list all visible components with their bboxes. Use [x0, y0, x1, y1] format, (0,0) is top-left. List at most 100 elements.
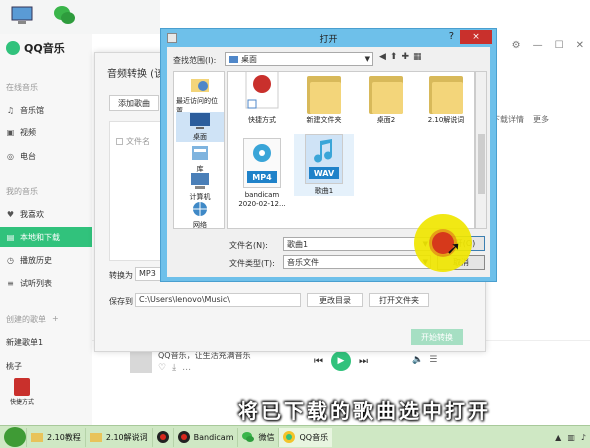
sidebar-item-label: 我喜欢 — [20, 209, 44, 219]
desktop-icons-strip — [0, 0, 160, 34]
filename-column-header: 文件名 — [116, 136, 150, 147]
close-icon[interactable]: ✕ — [576, 40, 584, 51]
file-name: 桌面2 — [376, 116, 396, 124]
start-convert-button[interactable]: 开始转换 — [411, 329, 463, 345]
tray-arrow-icon[interactable]: ▲ — [555, 433, 561, 442]
open-folder-button[interactable]: 打开文件夹 — [369, 293, 429, 307]
film-reel-icon — [253, 144, 271, 162]
sidebar-item-video[interactable]: ▣ 视频 — [0, 122, 92, 142]
sidebar-item-local-download[interactable]: ▤ 本地和下载 — [0, 227, 92, 247]
file-name: 歌曲1 — [314, 187, 334, 195]
sidebar-item-trial-list[interactable]: ≡ 试听列表 — [0, 273, 92, 293]
new-folder-icon[interactable]: ✚ — [401, 52, 409, 62]
file-item[interactable]: 快捷方式 — [232, 72, 292, 125]
section-my-music: 我的音乐 — [6, 187, 38, 196]
taskbar-item-active[interactable]: QQ音乐 — [278, 427, 333, 447]
place-library[interactable]: 库 — [176, 144, 224, 174]
add-song-button[interactable]: 添加歌曲 — [109, 95, 159, 111]
file-item[interactable]: 桌面2 — [356, 76, 416, 125]
look-in-select[interactable]: 桌面 ▼ — [225, 52, 373, 66]
play-button[interactable]: ▶ — [331, 351, 351, 371]
playlist-label: 桃子 — [6, 361, 22, 371]
save-path-field[interactable]: C:\Users\lenovo\Music\ — [135, 293, 301, 307]
back-icon[interactable]: ◀ — [379, 52, 386, 62]
close-button[interactable]: × — [460, 30, 492, 44]
maximize-icon[interactable]: ☐ — [555, 40, 564, 51]
desktop-shortcut[interactable]: 快捷方式 — [4, 378, 40, 406]
shortcut-icon — [245, 72, 279, 109]
settings-icon[interactable]: ⚙ — [512, 40, 521, 51]
file-item-selected[interactable]: WAV 歌曲1 — [294, 134, 354, 196]
add-playlist-button[interactable]: + — [52, 314, 59, 325]
scrollbar-thumb[interactable] — [478, 134, 485, 194]
prev-icon[interactable]: ⏮ — [314, 356, 323, 367]
wechat-desktop-icon[interactable] — [52, 3, 76, 27]
playback-controls: ⏮ ▶ ⏭ — [314, 351, 368, 371]
playlist-icon[interactable]: ☰ — [429, 355, 437, 365]
filename-input[interactable]: 歌曲1 ▼ — [283, 237, 431, 251]
file-item[interactable]: 2.10解说词 — [416, 76, 474, 125]
dialog-title: 打开 — [319, 35, 338, 45]
help-button[interactable]: ? — [449, 31, 454, 42]
computer-desktop-icon[interactable] — [10, 3, 34, 27]
file-name: 新建文件夹 — [306, 116, 342, 124]
filetype-label: 文件类型(T): — [229, 259, 275, 268]
sidebar-item-history[interactable]: ◷ 播放历史 — [0, 250, 92, 270]
more-link[interactable]: 更多 — [533, 114, 549, 125]
convert-title: 音频转换 (该 — [107, 69, 165, 80]
file-list: 快捷方式 新建文件夹 桌面2 2.10解说词 MP4 bandicam 2020… — [227, 71, 475, 229]
network-tray-icon[interactable]: ▥ — [567, 433, 575, 442]
view-menu-icon[interactable]: ▦ — [413, 52, 422, 62]
place-desktop[interactable]: 桌面 — [176, 112, 224, 142]
taskbar-item[interactable]: 微信 — [237, 427, 278, 447]
convert-to-label: 转换为 — [109, 271, 133, 280]
download-song-icon[interactable]: ⤓ — [172, 363, 182, 373]
qqmusic-icon — [283, 431, 296, 443]
minimize-icon[interactable]: — — [533, 40, 543, 51]
record-icon — [156, 431, 169, 443]
place-recent[interactable]: 最近访问的位置 — [176, 76, 224, 116]
bandicam-icon — [177, 431, 190, 443]
folder-icon — [369, 76, 403, 114]
taskbar-label: 微信 — [258, 432, 275, 442]
up-folder-icon[interactable]: ⬆ — [390, 52, 398, 62]
file-name: 2.10解说词 — [427, 116, 465, 124]
file-item[interactable]: 新建文件夹 — [294, 76, 354, 125]
place-network[interactable]: 网络 — [176, 200, 224, 230]
taskbar-label: 2.10解说词 — [105, 432, 148, 442]
sidebar-item-radio[interactable]: ◎ 电台 — [0, 146, 92, 166]
save-to-label: 保存到 — [109, 297, 133, 306]
sidebar-item-favorites[interactable]: ♥ 我喜欢 — [0, 204, 92, 224]
next-icon[interactable]: ⏭ — [359, 356, 368, 367]
recent-places-icon — [191, 79, 209, 92]
format-badge: WAV — [309, 167, 339, 179]
taskbar-label: 2.10教程 — [47, 432, 81, 442]
section-label: 创建的歌单 — [6, 315, 46, 324]
format-badge: MP4 — [247, 171, 277, 183]
select-all-checkbox[interactable] — [116, 138, 123, 145]
album-cover — [130, 351, 152, 373]
heart-icon: ♥ — [6, 209, 15, 219]
volume-icon[interactable]: 🔈 — [412, 355, 423, 365]
taskbar-item[interactable]: 2.10教程 — [26, 427, 85, 447]
change-directory-button[interactable]: 更改目录 — [307, 293, 363, 307]
playlist-item[interactable]: 桃子 — [0, 356, 92, 376]
scrollbar[interactable] — [475, 71, 487, 229]
taskbar-item[interactable]: 2.10解说词 — [84, 427, 152, 447]
sidebar-item-music-hall[interactable]: ♫ 音乐馆 — [0, 100, 92, 120]
like-icon[interactable]: ♡ — [158, 363, 172, 373]
taskbar-item[interactable] — [151, 427, 173, 447]
volume-tray-icon[interactable]: ♪ — [581, 433, 586, 442]
app-name: QQ音乐 — [24, 42, 65, 55]
section-created-playlists: 创建的歌单 + — [6, 314, 59, 325]
look-in-label: 查找范围(I): — [173, 56, 217, 65]
taskbar-item[interactable]: Bandicam — [172, 427, 238, 447]
playlist-item[interactable]: 新建歌单1 — [0, 332, 92, 352]
place-computer[interactable]: 计算机 — [176, 172, 224, 202]
more-dots-icon[interactable]: … — [182, 363, 197, 373]
file-item[interactable]: MP4 bandicam 2020-02-12... — [232, 138, 292, 209]
video-icon: ▣ — [6, 127, 15, 137]
sidebar-item-label: 播放历史 — [20, 255, 52, 265]
filetype-select[interactable]: 音乐文件 ▼ — [283, 255, 431, 269]
start-button[interactable] — [4, 427, 26, 447]
